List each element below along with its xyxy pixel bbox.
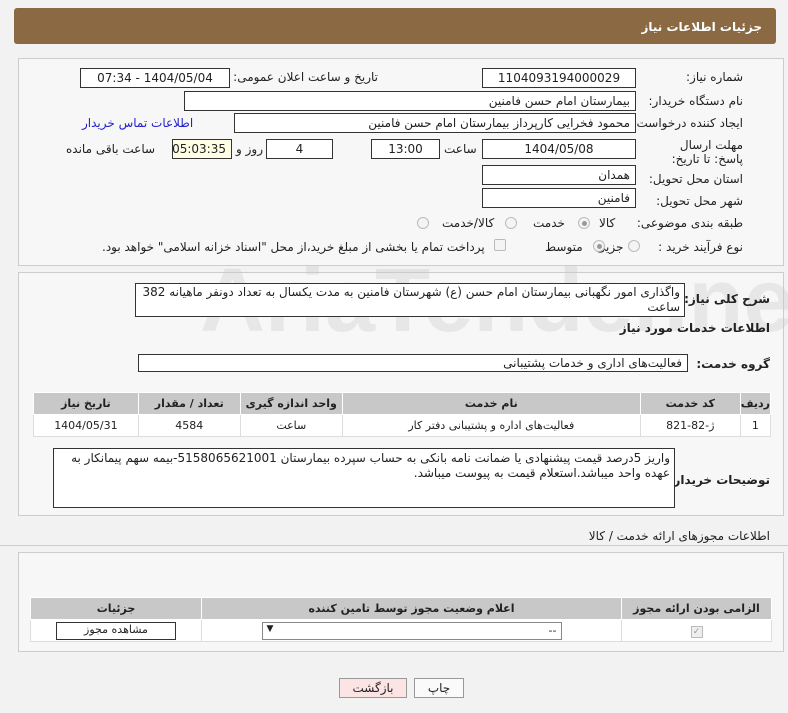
col-required: الزامی بودن ارائه مجوز [621,597,772,620]
deadline-label: مهلت ارسال پاسخ: تا تاریخ: [671,138,743,166]
select-value: -- [548,623,557,637]
services-table: ردیف کد خدمت نام خدمت واحد اندازه گیری ت… [33,392,772,437]
announce-field: 1404/05/04 - 07:34 [80,68,230,88]
col-row: ردیف [739,392,772,415]
print-button[interactable]: چاپ [414,678,464,698]
cell-date: 1404/05/31 [33,414,139,437]
buyer-contact-link[interactable]: اطلاعات تماس خریدار [82,116,193,130]
col-qty: تعداد / مقدار [137,392,241,415]
cell-name: فعالیت‌های اداره و پشتیبانی دفتر کار [341,414,641,437]
category-radio-both[interactable] [505,217,517,229]
province-field: همدان [482,165,636,185]
category-radio-goods[interactable] [417,217,429,229]
cell-qty: 4584 [137,414,241,437]
table-row: 1 ژ-82-821 فعالیت‌های اداره و پشتیبانی د… [33,414,772,437]
process-label: نوع فرآیند خرید : [658,240,743,254]
need-number-field: 1104093194000029 [482,68,636,88]
creator-field: محمود فخرایی کارپرداز بیمارستان امام حسن… [234,113,636,133]
col-details: جزئیات [30,597,202,620]
cell-status: -- ▼ [201,619,622,642]
remaining-time-field: 05:03:35 [172,139,232,159]
time-label: ساعت [444,142,477,156]
deadline-date-field: 1404/05/08 [482,139,636,159]
province-label: استان محل تحویل: [648,172,743,186]
cell-required: ✓ [621,619,772,642]
col-date: تاریخ نیاز [33,392,139,415]
page-header: جزئیات اطلاعات نیاز [14,8,776,44]
description-label: شرح کلی نیاز: [684,292,770,306]
required-checkbox: ✓ [690,625,703,638]
city-label: شهر محل تحویل: [656,194,743,208]
days-field: 4 [266,139,333,159]
process-medium-label: متوسط [545,240,583,254]
buyer-org-label: نام دستگاه خریدار: [648,94,744,108]
service-group-field: فعالیت‌های اداری و خدمات پشتیبانی [138,354,688,372]
category-label: طبقه بندی موضوعی: [636,216,743,230]
city-field: فامنین [482,188,636,208]
cell-row: 1 [739,414,772,437]
need-number-label: شماره نیاز: [686,70,743,84]
col-code: کد خدمت [639,392,741,415]
permits-title: اطلاعات مجوزهای ارائه خدمت / کالا [588,529,770,543]
permits-table: الزامی بودن ارائه مجوز اعلام وضعیت مجوز … [30,597,772,642]
page-title: جزئیات اطلاعات نیاز [641,20,762,34]
description-textarea[interactable]: واگذاری امور نگهبانی بیمارستان امام حسن … [135,283,685,317]
col-name: نام خدمت [341,392,641,415]
process-radio-medium[interactable] [593,240,605,252]
deadline-time-field: 13:00 [371,139,440,159]
view-permit-button[interactable]: مشاهده مجوز [56,621,176,640]
back-button[interactable]: بازگشت [339,678,407,698]
payment-note: پرداخت تمام یا بخشی از مبلغ خرید،از محل … [102,240,485,254]
category-service-label: خدمت [533,216,565,230]
cell-details: مشاهده مجوز [30,619,202,642]
services-title: اطلاعات خدمات مورد نیاز [619,321,770,335]
category-goods-label: کالا [599,216,616,230]
announce-label: تاریخ و ساعت اعلان عمومی: [233,70,378,84]
days-label: روز و [236,142,263,156]
treasury-payment-checkbox[interactable] [494,239,506,251]
buyer-org-field: بیمارستان امام حسن فامنین [184,91,636,111]
creator-label: ایجاد کننده درخواست: [632,116,743,130]
permit-status-select[interactable]: -- ▼ [261,621,562,640]
divider [0,545,788,546]
category-radio-service[interactable] [578,217,590,229]
process-radio-minor[interactable] [628,240,640,252]
service-group-label: گروه خدمت: [696,357,770,371]
chevron-down-icon: ▼ [266,623,274,634]
cell-unit: ساعت [239,414,343,437]
category-both-label: کالا/خدمت [442,216,495,230]
remaining-label: ساعت باقی مانده [66,142,156,156]
cell-code: ژ-82-821 [639,414,741,437]
buyer-notes-label: توضیحات خریدار: [668,473,770,487]
col-status: اعلام وضعیت مجوز توسط تامین کننده [201,597,622,620]
buyer-notes-textarea[interactable]: واریز 5درصد قیمت پیشنهادی یا ضمانت نامه … [53,448,675,508]
col-unit: واحد اندازه گیری [239,392,343,415]
table-row: ✓ -- ▼ مشاهده مجوز [30,619,772,642]
